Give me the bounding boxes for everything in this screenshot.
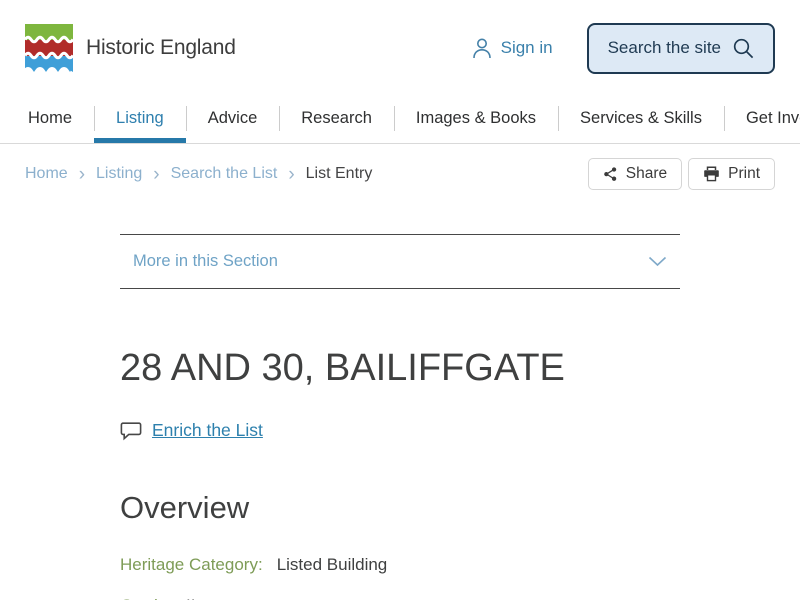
speech-bubble-icon <box>120 421 142 440</box>
historic-england-logo[interactable]: Historic England <box>25 24 236 72</box>
breadcrumb-current: List Entry <box>305 165 373 182</box>
person-icon <box>472 38 491 59</box>
more-in-section-dropdown[interactable]: More in this Section <box>120 234 680 289</box>
nav-item-listing[interactable]: Listing <box>94 96 186 143</box>
print-button[interactable]: Print <box>688 158 775 190</box>
grade-value: II <box>186 596 195 600</box>
main-content: More in this Section 28 AND 30, BAILIFFG… <box>120 234 680 600</box>
nav-item-get-involved[interactable]: Get Involved <box>723 96 800 143</box>
breadcrumb-separator-icon: › <box>288 163 295 185</box>
nav-item-services-skills[interactable]: Services & Skills <box>558 96 724 143</box>
enrich-the-list: Enrich the List <box>120 420 680 441</box>
sign-in-label: Sign in <box>500 38 553 57</box>
share-icon <box>603 167 616 181</box>
share-button[interactable]: Share <box>587 158 683 190</box>
sign-in-link[interactable]: Sign in <box>472 37 553 59</box>
nav-item-home[interactable]: Home <box>6 96 94 143</box>
site-header: Historic England Sign in Search the site <box>0 0 800 96</box>
heritage-category-value: Listed Building <box>276 555 388 574</box>
nav-item-research[interactable]: Research <box>279 96 394 143</box>
more-in-section-label: More in this Section <box>133 252 278 270</box>
breadcrumb-row: Home › Listing › Search the List › List … <box>0 144 800 204</box>
heritage-category-label: Heritage Category: <box>120 555 263 574</box>
logo-mark-icon <box>25 24 73 72</box>
page-actions: Share Print <box>587 158 775 190</box>
overview-heading: Overview <box>120 490 250 525</box>
breadcrumb-search-the-list[interactable]: Search the List <box>171 165 278 183</box>
nav-item-images-books[interactable]: Images & Books <box>393 96 558 143</box>
header-right: Sign in Search the site <box>472 22 775 74</box>
page: Historic England Sign in Search the site <box>0 0 800 600</box>
breadcrumb-listing[interactable]: Listing <box>96 165 142 183</box>
grade-label: Grade: <box>120 596 172 600</box>
breadcrumb: Home › Listing › Search the List › List … <box>25 165 372 184</box>
logo-text: Historic England <box>86 36 236 59</box>
print-icon <box>704 166 719 182</box>
breadcrumb-separator-icon: › <box>78 163 86 185</box>
chevron-down-icon <box>648 256 667 267</box>
nav-item-advice[interactable]: Advice <box>185 96 280 143</box>
heritage-category-field: Heritage Category: Listed Building <box>120 555 680 575</box>
primary-nav: Home Listing Advice Research Images & Bo… <box>0 96 800 144</box>
breadcrumb-home[interactable]: Home <box>25 165 68 183</box>
share-label: Share <box>625 165 668 182</box>
breadcrumb-separator-icon: › <box>153 163 160 185</box>
search-icon <box>733 38 754 58</box>
page-title: 28 AND 30, BAILIFFGATE <box>120 347 565 389</box>
search-site-label: Search the site <box>607 38 721 57</box>
enrich-the-list-link[interactable]: Enrich the List <box>152 420 263 441</box>
grade-field: Grade: II <box>120 596 680 600</box>
search-site-button[interactable]: Search the site <box>586 22 775 74</box>
print-label: Print <box>728 165 760 182</box>
